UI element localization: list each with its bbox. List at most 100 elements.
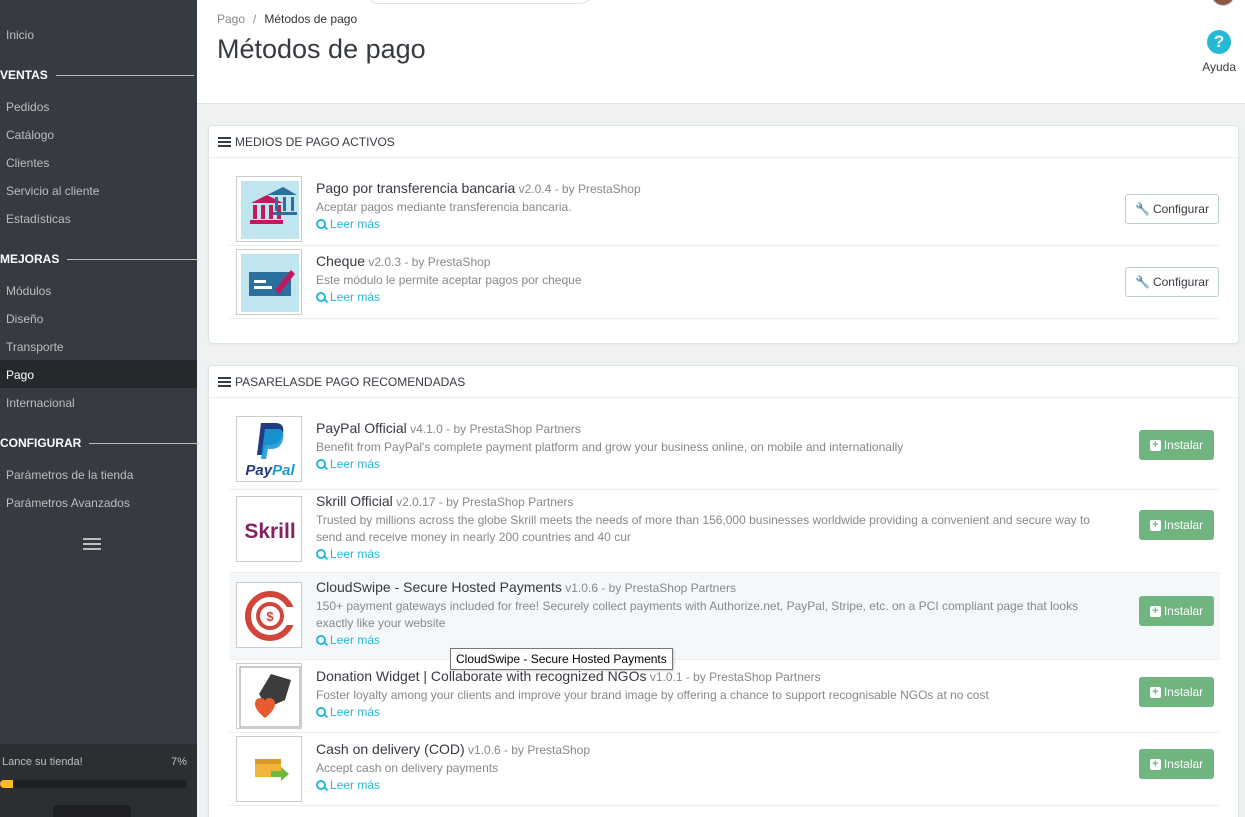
launch-progress-fill <box>0 780 14 788</box>
search-icon <box>316 549 326 559</box>
module-name: Donation Widget | Collaborate with recog… <box>316 668 647 684</box>
page-title: Métodos de pago <box>217 34 426 64</box>
configure-button[interactable]: 🔧 Configurar <box>1125 194 1219 224</box>
active-payments-panel: MEDIOS DE PAGO ACTIVOS Pago por transfer… <box>208 125 1239 344</box>
breadcrumb-parent[interactable]: Pago <box>217 12 245 26</box>
panel-heading: PASARELASDE PAGO RECOMENDADAS <box>209 366 1238 398</box>
module-name: Cash on delivery (COD) <box>316 741 465 757</box>
module-description: Foster loyalty among your clients and im… <box>316 688 989 702</box>
tooltip: CloudSwipe - Secure Hosted Payments <box>450 648 673 670</box>
install-button[interactable]: + Instalar <box>1139 596 1214 626</box>
section-label: CONFIGURAR <box>0 436 82 450</box>
configure-button[interactable]: 🔧 Configurar <box>1125 267 1219 297</box>
read-more-link[interactable]: Leer más <box>316 778 1096 792</box>
svg-text:PayPal: PayPal <box>245 462 295 479</box>
search-input[interactable] <box>367 0 592 4</box>
plus-icon: + <box>1149 686 1161 698</box>
install-label: Instalar <box>1163 438 1204 452</box>
help-label: Ayuda <box>1202 60 1236 74</box>
module-row: PayPal PayPal Official v4.1.0 - by Prest… <box>229 412 1220 490</box>
sidebar-item-servicio[interactable]: Servicio al cliente <box>6 184 99 198</box>
section-label: MEJORAS <box>0 252 60 266</box>
plus-icon: + <box>1149 519 1161 531</box>
launch-percent: 7% <box>171 756 187 768</box>
module-version: v2.0.3 - by PrestaShop <box>368 255 491 269</box>
read-more-label: Leer más <box>330 705 381 719</box>
sidebar-item-diseno[interactable]: Diseño <box>6 312 43 326</box>
read-more-link[interactable]: Leer más <box>316 547 1096 561</box>
svg-text:$: $ <box>266 609 274 624</box>
read-more-link[interactable]: Leer más <box>316 217 1096 231</box>
read-more-link[interactable]: Leer más <box>316 457 1096 471</box>
donation-widget-logo <box>236 663 302 729</box>
module-row: Pago por transferencia bancaria v2.0.4 -… <box>229 173 1220 246</box>
sidebar-item-internacional[interactable]: Internacional <box>6 396 75 410</box>
read-more-link[interactable]: Leer más <box>316 633 1096 647</box>
sidebar-item-parametros-avanzados[interactable]: Parámetros Avanzados <box>6 496 130 510</box>
read-more-label: Leer más <box>330 778 381 792</box>
panel-title: PASARELASDE PAGO RECOMENDADAS <box>235 374 466 389</box>
cloudswipe-logo: $ <box>236 582 302 648</box>
breadcrumb-current: Métodos de pago <box>264 12 358 26</box>
help-icon: ? <box>1207 30 1232 54</box>
launch-label: Lance su tienda! <box>2 756 83 768</box>
module-version: v4.1.0 - by PrestaShop Partners <box>410 422 581 436</box>
module-version: v1.0.6 - by PrestaShop Partners <box>565 581 737 595</box>
module-version: v2.0.4 - by PrestaShop <box>518 182 641 196</box>
read-more-label: Leer más <box>330 290 381 304</box>
help-button[interactable]: ? Ayuda <box>1202 30 1236 74</box>
bank-transfer-logo <box>236 176 302 242</box>
search-icon <box>316 780 326 790</box>
module-info: Skrill Official v2.0.17 - by PrestaShop … <box>316 493 1096 561</box>
launch-button[interactable] <box>53 805 131 817</box>
launch-progress-bar <box>0 780 187 788</box>
plus-icon: + <box>1149 605 1161 617</box>
sidebar-item-inicio[interactable]: Inicio <box>6 28 34 42</box>
module-info: CloudSwipe - Secure Hosted Payments v1.0… <box>316 579 1096 647</box>
search-icon <box>316 707 326 717</box>
avatar[interactable] <box>1211 0 1235 6</box>
module-info: Cheque v2.0.3 - by PrestaShop Este módul… <box>316 253 1096 304</box>
search-icon <box>316 459 326 469</box>
read-more-link[interactable]: Leer más <box>316 705 1096 719</box>
search-icon <box>316 292 326 302</box>
install-button[interactable]: + Instalar <box>1139 510 1214 540</box>
plus-icon: + <box>1149 758 1161 770</box>
cheque-logo <box>236 249 302 315</box>
panel-heading: MEDIOS DE PAGO ACTIVOS <box>209 126 1238 158</box>
module-info: Cash on delivery (COD) v1.0.6 - by Prest… <box>316 741 1096 792</box>
read-more-label: Leer más <box>330 547 381 561</box>
launch-store-widget[interactable]: Lance su tienda! 7% <box>0 744 197 817</box>
skrill-logo: Skrill <box>236 496 302 562</box>
sidebar-section-ventas: VENTAS <box>0 68 194 82</box>
divider <box>55 74 194 76</box>
module-name: Skrill Official <box>316 493 393 509</box>
module-description: Accept cash on delivery payments <box>316 761 499 775</box>
install-button[interactable]: + Instalar <box>1139 677 1214 707</box>
configure-label: Configurar <box>1152 202 1209 216</box>
module-row: Donation Widget | Collaborate with recog… <box>229 660 1220 733</box>
section-label: VENTAS <box>0 68 48 82</box>
read-more-link[interactable]: Leer más <box>316 290 1096 304</box>
install-button[interactable]: + Instalar <box>1139 430 1214 460</box>
install-label: Instalar <box>1163 604 1204 618</box>
module-row: Skrill Skrill Official v2.0.17 - by Pres… <box>229 490 1220 573</box>
module-description: Este módulo le permite aceptar pagos por… <box>316 273 582 287</box>
collapse-menu-icon[interactable] <box>83 538 101 553</box>
sidebar-item-clientes[interactable]: Clientes <box>6 156 49 170</box>
module-name: Pago por transferencia bancaria <box>316 180 516 196</box>
sidebar-item-transporte[interactable]: Transporte <box>6 340 64 354</box>
sidebar-item-parametros-tienda[interactable]: Parámetros de la tienda <box>6 468 133 482</box>
module-version: v2.0.17 - by PrestaShop Partners <box>396 495 574 509</box>
sidebar-item-pedidos[interactable]: Pedidos <box>6 100 49 114</box>
sidebar-item-modulos[interactable]: Módulos <box>6 284 51 298</box>
install-label: Instalar <box>1163 757 1204 771</box>
sidebar-item-pago[interactable]: Pago <box>6 368 34 382</box>
sidebar-item-catalogo[interactable]: Catálogo <box>6 128 54 142</box>
sidebar-section-configurar: CONFIGURAR <box>0 436 200 450</box>
install-button[interactable]: + Instalar <box>1139 749 1214 779</box>
svg-text:Skrill: Skrill <box>244 520 295 543</box>
page-header: Pago / Métodos de pago Métodos de pago ?… <box>197 0 1245 104</box>
sidebar-item-estadisticas[interactable]: Estadísticas <box>6 212 71 226</box>
list-icon <box>218 376 231 387</box>
